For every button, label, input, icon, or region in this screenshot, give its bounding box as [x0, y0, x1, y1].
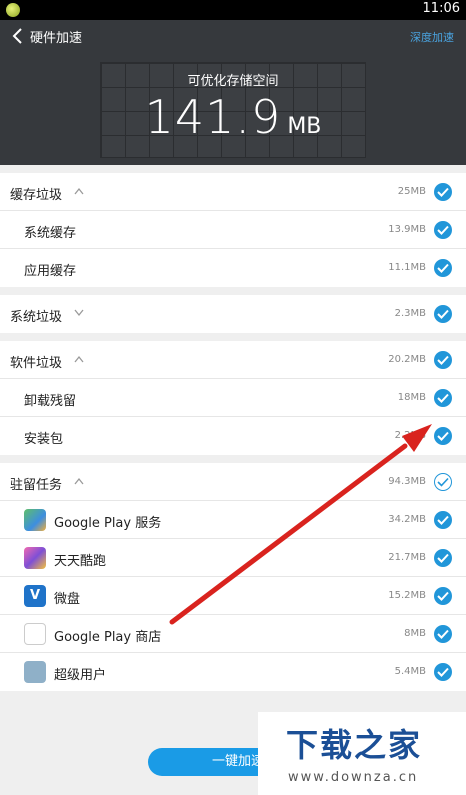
google-play-services-icon: [24, 509, 46, 531]
check-icon[interactable]: [434, 427, 452, 445]
group-size: 25MB: [397, 186, 426, 197]
item-size: 34.2MB: [388, 514, 426, 525]
item-size: 11.1MB: [388, 262, 426, 273]
check-icon[interactable]: [434, 511, 452, 529]
item-size: 15.2MB: [388, 590, 426, 601]
google-play-store-icon: [24, 623, 46, 645]
list-item[interactable]: 应用缓存 11.1MB: [0, 249, 466, 287]
check-icon[interactable]: [434, 183, 452, 201]
group-title: 驻留任务: [10, 478, 63, 493]
list-item[interactable]: 天天酷跑 21.7MB: [0, 539, 466, 577]
group-header-system[interactable]: 系统垃圾 2.3MB: [0, 295, 466, 333]
group-title: 系统垃圾: [10, 310, 63, 325]
item-size: 8MB: [404, 628, 426, 639]
item-label: Google Play 服务: [54, 516, 162, 531]
item-label: 微盘: [54, 592, 81, 607]
item-label: 应用缓存: [24, 264, 77, 279]
check-icon[interactable]: [434, 259, 452, 277]
storage-number: 141.9: [144, 90, 282, 144]
status-bar: 11:06: [0, 0, 466, 20]
check-icon[interactable]: [434, 625, 452, 643]
page-title: 硬件加速: [30, 31, 83, 46]
notification-app-icon: [6, 3, 20, 17]
item-size: 5.4MB: [394, 666, 426, 677]
watermark-logo-text: 下载之家: [286, 726, 423, 764]
check-icon[interactable]: [434, 663, 452, 681]
chevron-down-icon[interactable]: [74, 309, 84, 317]
weipan-icon: V: [24, 585, 46, 607]
group-header-software[interactable]: 软件垃圾 20.2MB: [0, 341, 466, 379]
list-item[interactable]: V 微盘 15.2MB: [0, 577, 466, 615]
list-item[interactable]: 卸载残留 18MB: [0, 379, 466, 417]
item-label: 安装包: [24, 432, 64, 447]
superuser-icon: [24, 661, 46, 683]
storage-unit: MB: [287, 114, 322, 139]
item-label: 天天酷跑: [54, 554, 107, 569]
header: 硬件加速 深度加速 可优化存储空间 141.9 MB: [0, 20, 466, 165]
junk-list: 缓存垃圾 25MB 系统缓存 13.9MB 应用缓存 11.1MB 系统垃圾 2…: [0, 165, 466, 691]
check-icon[interactable]: [434, 221, 452, 239]
group-title: 软件垃圾: [10, 356, 63, 371]
check-icon[interactable]: [434, 351, 452, 369]
group-header-resident[interactable]: 驻留任务 94.3MB: [0, 463, 466, 501]
deep-accelerate-link[interactable]: 深度加速: [410, 29, 454, 45]
watermark-url: www.downza.cn: [288, 770, 419, 785]
item-label: 卸载残留: [24, 394, 77, 409]
tiantian-kupao-icon: [24, 547, 46, 569]
chevron-up-icon[interactable]: [74, 187, 84, 195]
status-clock: 11:06: [422, 1, 460, 16]
section-software: 软件垃圾 20.2MB 卸载残留 18MB 安装包 2.2MB: [0, 341, 466, 455]
back-arrow-icon[interactable]: [10, 27, 26, 45]
check-icon[interactable]: [434, 305, 452, 323]
list-item[interactable]: Google Play 商店 8MB: [0, 615, 466, 653]
section-cache: 缓存垃圾 25MB 系统缓存 13.9MB 应用缓存 11.1MB: [0, 173, 466, 287]
item-label: 系统缓存: [24, 226, 77, 241]
check-icon[interactable]: [434, 389, 452, 407]
check-icon[interactable]: [434, 549, 452, 567]
check-icon[interactable]: [434, 587, 452, 605]
chevron-up-icon[interactable]: [74, 477, 84, 485]
check-outline-icon[interactable]: [434, 473, 452, 491]
item-label: 超级用户: [54, 668, 107, 683]
storage-label: 可优化存储空间: [187, 74, 279, 89]
item-label: Google Play 商店: [54, 630, 162, 645]
list-item[interactable]: 超级用户 5.4MB: [0, 653, 466, 691]
list-item[interactable]: Google Play 服务 34.2MB: [0, 501, 466, 539]
list-item[interactable]: 安装包 2.2MB: [0, 417, 466, 455]
item-size: 18MB: [397, 392, 426, 403]
section-system: 系统垃圾 2.3MB: [0, 295, 466, 333]
list-item[interactable]: 系统缓存 13.9MB: [0, 211, 466, 249]
chevron-up-icon[interactable]: [74, 355, 84, 363]
storage-value: 141.9 MB: [0, 90, 466, 144]
group-title: 缓存垃圾: [10, 188, 63, 203]
watermark: 下载之家 www.downza.cn: [258, 712, 466, 795]
item-size: 21.7MB: [388, 552, 426, 563]
section-resident: 驻留任务 94.3MB Google Play 服务 34.2MB 天天酷跑 2…: [0, 463, 466, 691]
group-size: 20.2MB: [388, 354, 426, 365]
item-size: 13.9MB: [388, 224, 426, 235]
title-bar: 硬件加速 深度加速: [0, 20, 466, 52]
group-size: 2.3MB: [394, 308, 426, 319]
group-size: 94.3MB: [388, 476, 426, 487]
group-header-cache[interactable]: 缓存垃圾 25MB: [0, 173, 466, 211]
item-size: 2.2MB: [394, 430, 426, 441]
